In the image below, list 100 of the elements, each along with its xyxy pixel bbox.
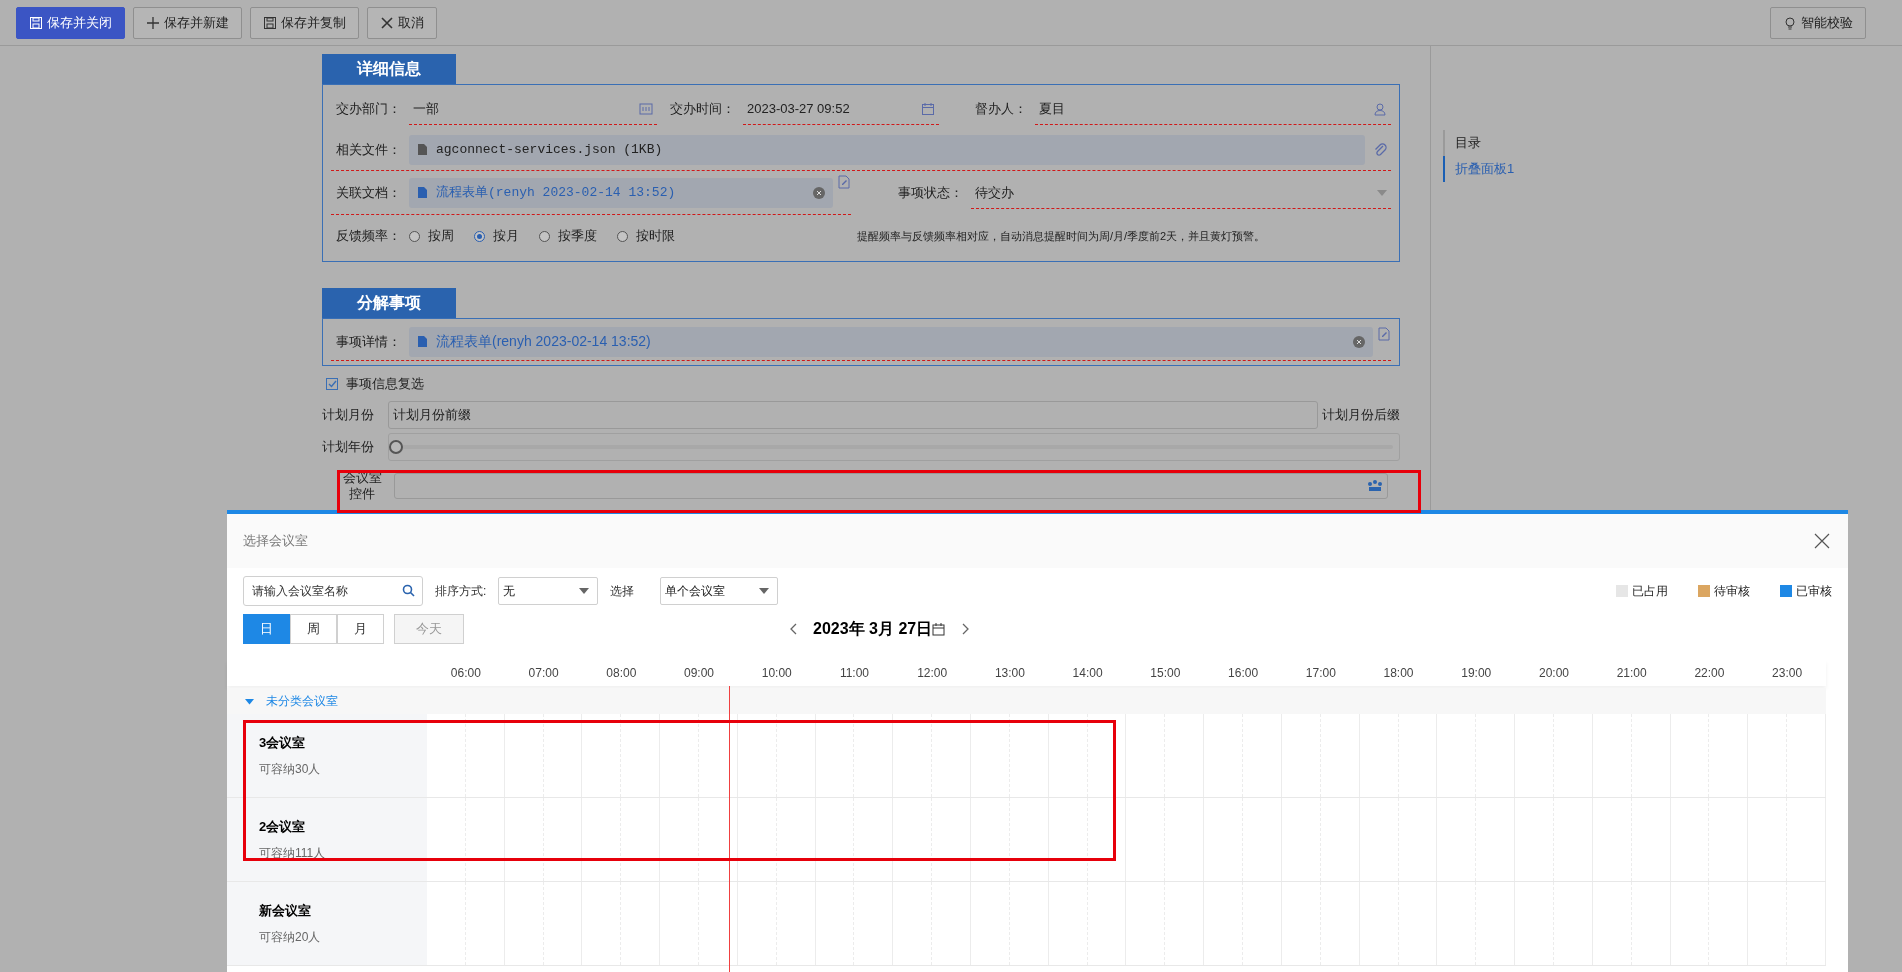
- section-title: 详细信息: [322, 54, 456, 84]
- search-icon: [402, 584, 415, 597]
- input-field[interactable]: [394, 473, 1388, 499]
- legend-label: 已审核: [1796, 583, 1832, 600]
- field-label: 反馈频率：: [335, 227, 402, 246]
- person-icon: [1373, 101, 1387, 116]
- hour-label: 16:00: [1227, 665, 1260, 682]
- hour-label: 20:00: [1537, 665, 1570, 682]
- radio-option[interactable]: 按时限: [617, 226, 675, 246]
- field-label: 交办时间：: [669, 100, 736, 119]
- hour-label: 13:00: [993, 665, 1026, 682]
- toolbar-button[interactable]: 保存并新建: [133, 6, 242, 39]
- slider-track[interactable]: [388, 433, 1400, 461]
- dialog-title: 选择会议室: [243, 532, 309, 551]
- view-tab[interactable]: 月: [337, 614, 384, 644]
- lightbulb-icon: [1783, 15, 1797, 30]
- field-suffix: 计划月份后缀: [1322, 406, 1400, 425]
- field-label: 选择: [610, 583, 635, 600]
- checkbox[interactable]: [326, 378, 338, 390]
- section-title: 分解事项: [322, 288, 456, 318]
- hour-label: 09:00: [683, 665, 716, 682]
- paperclip-icon: [1373, 141, 1387, 158]
- calendar-icon: [921, 101, 935, 116]
- hint-text: 提醒频率与反馈频率相对应，自动消息提醒时间为周/月/季度前2天，并且黄灯预警。: [856, 229, 1267, 243]
- caret-down-icon: [1377, 189, 1387, 196]
- field-label: 相关文件：: [335, 140, 402, 159]
- room-capacity: 可容纳20人: [259, 929, 321, 947]
- radio-option[interactable]: 按月: [474, 226, 519, 246]
- hour-label: 21:00: [1615, 665, 1648, 682]
- hour-label: 15:00: [1149, 665, 1182, 682]
- field-label: 事项详情：: [335, 332, 402, 351]
- hour-label: 11:00: [838, 665, 871, 682]
- view-tab[interactable]: 日: [243, 614, 290, 644]
- room-name: 3会议室: [259, 733, 306, 752]
- room-name: 新会议室: [259, 901, 311, 920]
- meeting-icon: [1367, 479, 1383, 493]
- field-label: 计划年份: [322, 438, 375, 457]
- hour-label: 18:00: [1382, 665, 1415, 682]
- radio-option[interactable]: 按周: [409, 226, 454, 246]
- hour-label: 17:00: [1304, 665, 1337, 682]
- input-field[interactable]: 夏目: [1035, 93, 1391, 125]
- group-header[interactable]: 未分类会议室: [227, 688, 1826, 714]
- close-icon: [380, 15, 394, 30]
- room-capacity: 可容纳111人: [259, 845, 326, 863]
- clear-icon: [813, 186, 825, 199]
- legend-label: 待审核: [1714, 583, 1750, 600]
- input-field[interactable]: 计划月份前缀: [388, 401, 1318, 429]
- close-button[interactable]: [1812, 531, 1832, 551]
- caret-down-icon: [579, 588, 590, 594]
- hour-label: 19:00: [1460, 665, 1493, 682]
- toolbar-button[interactable]: 保存并关闭: [16, 6, 125, 39]
- room-capacity: 可容纳30人: [259, 761, 321, 779]
- caret-down-icon: [759, 588, 770, 594]
- edit-document-icon: [837, 175, 851, 189]
- file-attachment[interactable]: agconnect-services.json (1KB): [409, 134, 1365, 165]
- file-icon: [417, 143, 428, 156]
- smart-check-button[interactable]: 智能校验: [1770, 6, 1866, 39]
- status-select[interactable]: 待交办: [971, 177, 1391, 209]
- toc-item[interactable]: 目录: [1443, 130, 1900, 156]
- chevron-right-icon: [961, 623, 969, 635]
- chevron-left-icon: [789, 623, 797, 635]
- field-label: 督办人：: [974, 100, 1028, 119]
- clear-icon: [1353, 335, 1365, 348]
- slider-thumb[interactable]: [389, 440, 403, 454]
- select-field[interactable]: 单个会议室: [660, 577, 779, 605]
- document-icon: [417, 335, 428, 348]
- hour-label: 14:00: [1071, 665, 1104, 682]
- hour-label: 07:00: [527, 665, 560, 682]
- hour-label: 22:00: [1693, 665, 1726, 682]
- view-tab[interactable]: 周: [290, 614, 337, 644]
- toolbar-button[interactable]: 保存并复制: [250, 6, 359, 39]
- select-field[interactable]: 无: [498, 577, 599, 605]
- hour-label: 23:00: [1771, 665, 1804, 682]
- building-icon: [639, 101, 653, 116]
- field-label: 关联文档：: [335, 183, 402, 202]
- hour-label: 08:00: [605, 665, 638, 682]
- room-name: 2会议室: [259, 817, 306, 836]
- close-icon: [1814, 533, 1830, 549]
- hour-label: 10:00: [760, 665, 793, 682]
- toolbar-button[interactable]: 取消: [367, 6, 437, 39]
- save-icon: [29, 15, 43, 30]
- caret-down-icon: [245, 696, 254, 706]
- document-icon: [417, 186, 428, 199]
- legend-label: 已占用: [1632, 583, 1668, 600]
- field-label: 计划月份: [322, 406, 375, 425]
- radio-option[interactable]: 按季度: [539, 226, 597, 246]
- field-label: 事项状态：: [897, 184, 964, 203]
- field-label: 交办部门：: [335, 100, 402, 119]
- calendar-icon: [932, 622, 946, 636]
- input-field[interactable]: 2023-03-27 09:52: [743, 93, 939, 125]
- search-field[interactable]: 请输入会议室名称: [243, 576, 423, 606]
- plus-icon: [146, 15, 160, 30]
- edit-document-icon: [1377, 327, 1391, 341]
- field-label: 排序方式:: [435, 583, 487, 600]
- save-icon: [263, 15, 277, 30]
- date-label: 2023年 3月 27日: [813, 619, 933, 639]
- hour-label: 12:00: [916, 665, 949, 682]
- hour-label: 06:00: [449, 665, 482, 682]
- checkbox-option[interactable]: 事项信息复选: [322, 370, 424, 398]
- input-field[interactable]: 一部: [409, 93, 657, 125]
